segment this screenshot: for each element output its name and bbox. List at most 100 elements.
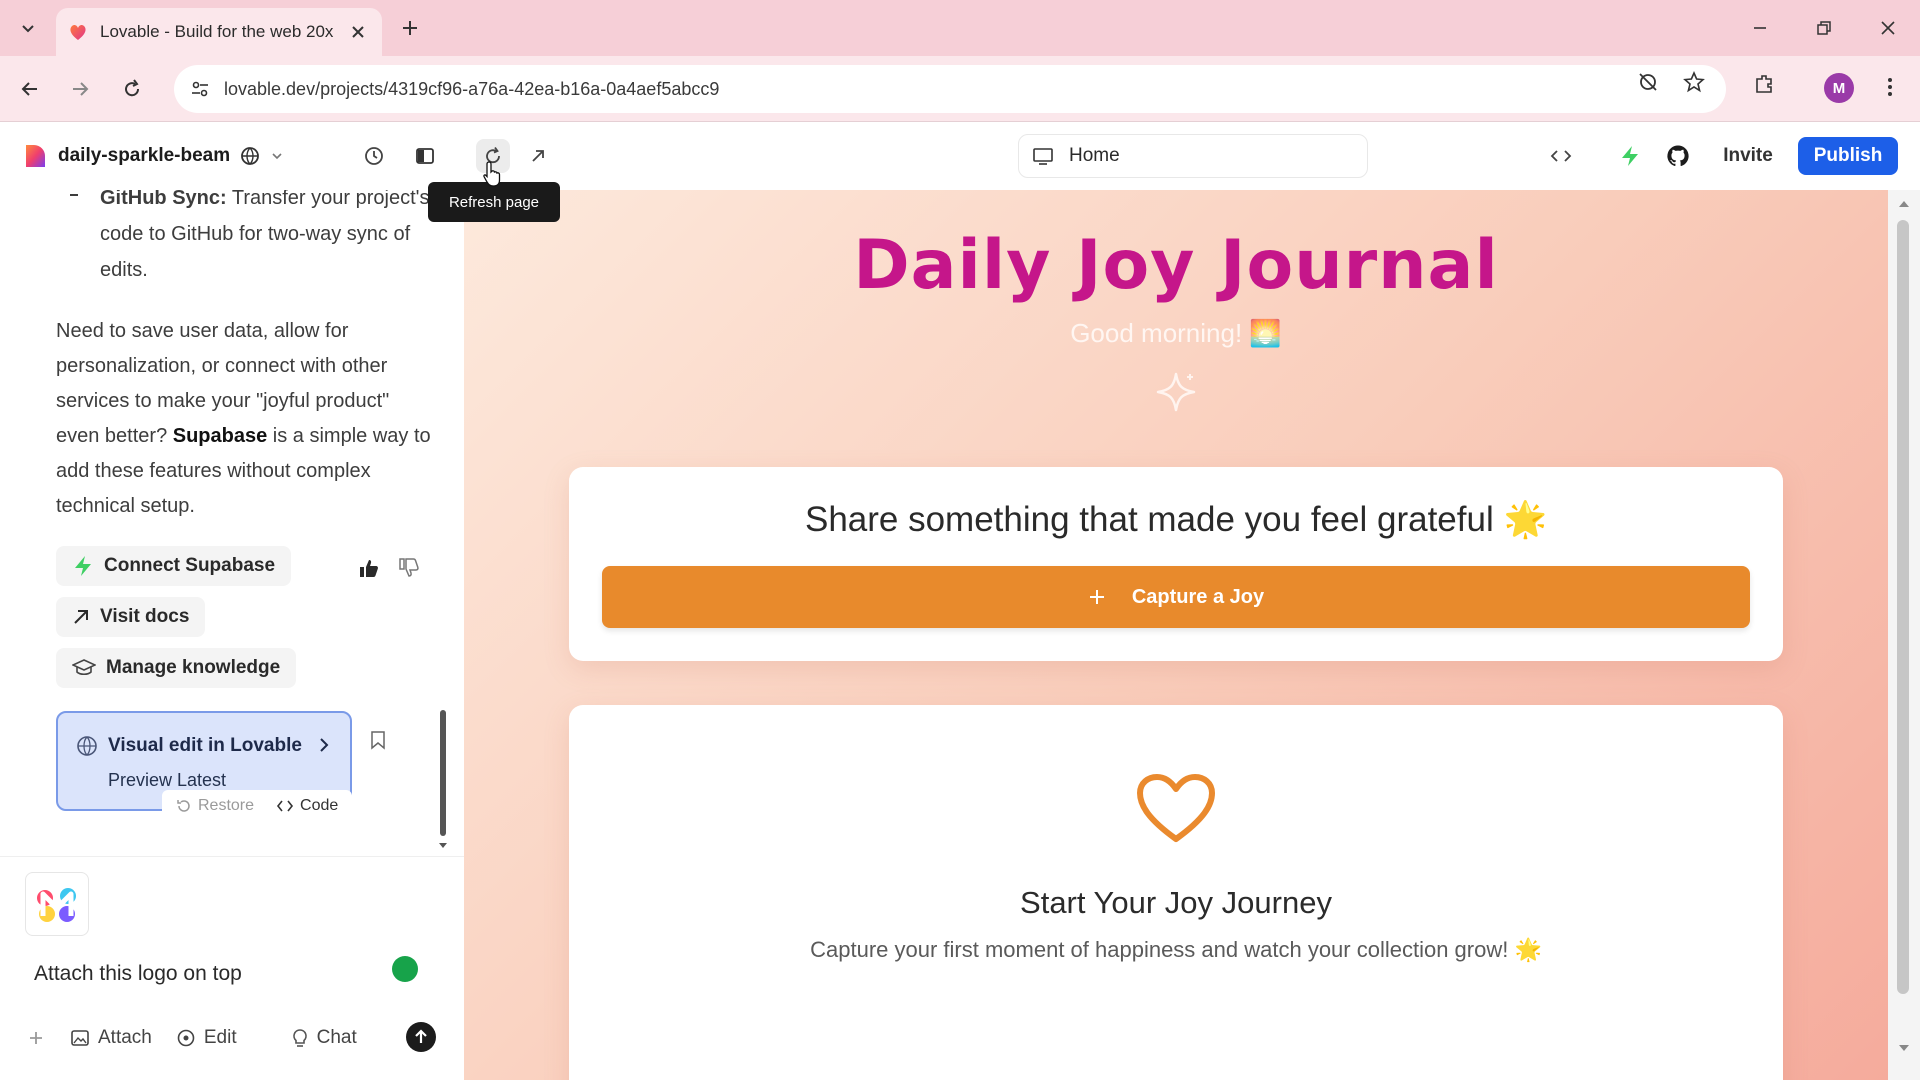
arrow-right-icon xyxy=(73,82,89,96)
send-button[interactable] xyxy=(406,1022,436,1052)
bookmark-star-icon[interactable] xyxy=(1680,68,1708,96)
code-view-button[interactable] xyxy=(1544,139,1578,173)
chat-scrollbar[interactable] xyxy=(440,710,446,836)
close-icon xyxy=(1881,21,1895,35)
route-selector[interactable]: Home xyxy=(1018,134,1368,178)
scroll-up-icon[interactable] xyxy=(1898,200,1910,208)
attach-button[interactable]: Attach xyxy=(70,1027,152,1049)
code-button[interactable]: Code xyxy=(276,797,338,815)
browser-menu-icon[interactable] xyxy=(1876,73,1904,101)
url-text: lovable.dev/projects/4319cf96-a76a-42ea-… xyxy=(224,78,720,99)
forward-button[interactable] xyxy=(62,71,98,107)
app-toolbar: daily-sparkle-beam Home Invite Publish xyxy=(0,122,1920,190)
heart-icon xyxy=(1137,774,1215,842)
chat-input-text[interactable]: Attach this logo on top xyxy=(34,962,242,986)
empty-state-card: Start Your Joy Journey Capture your firs… xyxy=(569,705,1783,1080)
manage-knowledge-button[interactable]: Manage knowledge xyxy=(56,648,297,688)
share-prompt: Share something that made you feel grate… xyxy=(804,500,1548,539)
edit-button[interactable]: Edit xyxy=(176,1027,237,1049)
chevron-right-icon[interactable] xyxy=(316,735,332,755)
attached-logo-thumbnail[interactable] xyxy=(25,872,89,936)
grammar-assistant-icon[interactable] xyxy=(392,956,418,982)
tab-title: Lovable - Build for the web 20x xyxy=(100,22,334,41)
visit-docs-button[interactable]: Visit docs xyxy=(56,597,206,637)
address-bar[interactable]: lovable.dev/projects/4319cf96-a76a-42ea-… xyxy=(174,65,1726,113)
para-supabase: Supabase xyxy=(172,425,268,447)
supabase-button[interactable] xyxy=(1613,139,1647,173)
plus-icon xyxy=(1089,590,1104,604)
extensions-icon[interactable] xyxy=(1750,70,1778,98)
reload-icon xyxy=(125,79,140,97)
bullet-lead: GitHub Sync: xyxy=(100,190,227,209)
chat-mode-button[interactable]: Chat xyxy=(291,1027,357,1049)
minimize-window-button[interactable] xyxy=(1738,10,1782,46)
lovable-logo-icon xyxy=(26,145,45,167)
share-gratitude-card: Share something that made you feel grate… xyxy=(569,467,1783,661)
site-settings-icon[interactable] xyxy=(190,79,210,99)
history-button[interactable] xyxy=(357,139,391,173)
github-button[interactable] xyxy=(1661,139,1695,173)
thumbs-up-icon[interactable] xyxy=(357,556,381,580)
close-tab-icon[interactable] xyxy=(346,20,370,44)
history-icon xyxy=(365,147,383,165)
add-button[interactable] xyxy=(28,1030,44,1046)
restore-window-button[interactable] xyxy=(1802,10,1846,46)
publish-button[interactable]: Publish xyxy=(1798,137,1898,175)
image-icon xyxy=(71,1030,89,1046)
chevron-down-icon xyxy=(22,25,34,33)
composer-toolbar: Attach Edit Chat xyxy=(28,1020,438,1056)
github-icon xyxy=(1667,145,1689,167)
chat-label: Chat xyxy=(316,1027,357,1048)
preview-scroll-thumb[interactable] xyxy=(1897,220,1909,994)
invite-button[interactable]: Invite xyxy=(1710,137,1786,175)
back-button[interactable] xyxy=(12,71,48,107)
arrow-left-icon xyxy=(21,82,37,96)
toggle-sidebar-button[interactable] xyxy=(408,139,442,173)
reload-button[interactable] xyxy=(114,71,150,107)
restore-label: Restore xyxy=(198,797,255,814)
globe-icon xyxy=(241,147,260,165)
project-selector[interactable]: daily-sparkle-beam xyxy=(20,142,284,170)
plus-icon xyxy=(403,21,417,35)
supabase-bolt-icon xyxy=(75,556,91,576)
greeting-text: Good morning! 🌅 xyxy=(1070,318,1282,348)
thumbs-down-icon[interactable] xyxy=(397,556,421,580)
preview-scrollbar[interactable] xyxy=(1888,190,1920,1080)
sparkles-icon xyxy=(1156,372,1196,412)
chat-bullet-github-sync: GitHub Sync: Transfer your project's cod… xyxy=(100,190,440,288)
plus-icon xyxy=(30,1032,42,1044)
scroll-down-icon[interactable] xyxy=(438,842,448,850)
scroll-down-icon[interactable] xyxy=(1898,1044,1910,1052)
tracking-protection-icon[interactable] xyxy=(1634,68,1662,96)
capture-joy-button[interactable]: Capture a Joy xyxy=(602,566,1750,628)
bullet-dash xyxy=(70,194,78,196)
close-window-button[interactable] xyxy=(1866,10,1910,46)
restore-button[interactable]: Restore xyxy=(176,797,254,815)
code-label: Code xyxy=(300,797,339,814)
browser-address-row: lovable.dev/projects/4319cf96-a76a-42ea-… xyxy=(0,56,1920,122)
arrow-up-right-icon xyxy=(74,610,88,624)
minimize-icon xyxy=(1754,27,1766,29)
chat-panel: GitHub Sync: Transfer your project's cod… xyxy=(0,190,464,1080)
tab-search-button[interactable] xyxy=(10,10,46,46)
browser-tab-active[interactable]: Lovable - Build for the web 20x xyxy=(56,8,382,56)
connect-supabase-label: Connect Supabase xyxy=(104,555,276,576)
lightbulb-icon xyxy=(292,1029,307,1047)
new-tab-button[interactable] xyxy=(394,12,426,44)
chat-paragraph: Need to save user data, allow for person… xyxy=(56,314,436,524)
globe-icon xyxy=(77,736,97,756)
route-label: Home xyxy=(1069,145,1120,166)
version-card-title: Visual edit in Lovable xyxy=(108,735,302,756)
attach-label: Attach xyxy=(98,1027,152,1048)
refresh-tooltip: Refresh page xyxy=(428,182,560,222)
connect-supabase-button[interactable]: Connect Supabase xyxy=(56,546,292,586)
browser-tab-bar: Lovable - Build for the web 20x xyxy=(0,0,1920,56)
arrow-up-icon xyxy=(415,1029,427,1043)
graduation-cap-icon xyxy=(72,659,96,676)
visit-docs-label: Visit docs xyxy=(100,606,190,627)
attached-image-icon xyxy=(37,888,76,922)
capture-joy-label: Capture a Joy xyxy=(1131,585,1265,608)
bookmark-version-icon[interactable] xyxy=(370,730,386,755)
open-in-new-tab-button[interactable] xyxy=(521,139,555,173)
profile-avatar[interactable]: M xyxy=(1824,73,1854,103)
